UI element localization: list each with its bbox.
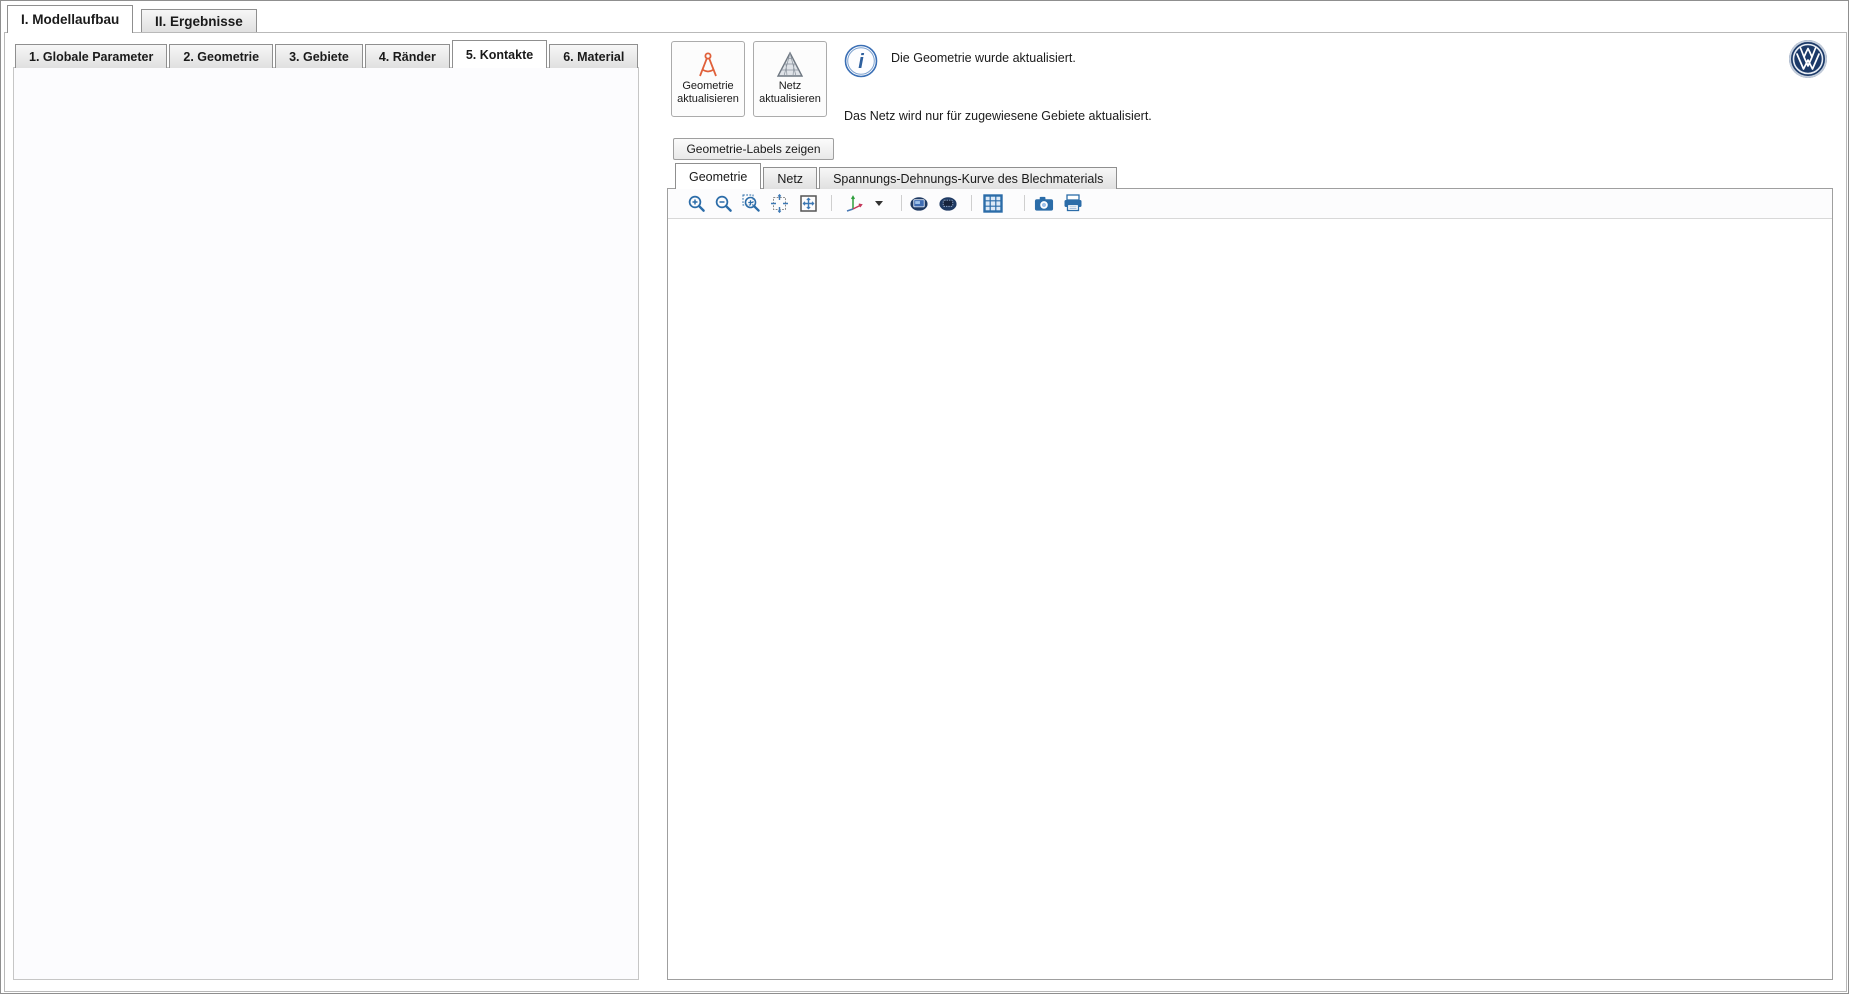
status-message-netz: Das Netz wird nur für zugewiesene Gebiet… [844,109,1152,123]
geometrie-labels-button-label: Geometrie-Labels zeigen [686,142,820,156]
netz-button-line1: Netz [779,80,802,93]
subtab-6[interactable]: 6. Material [549,44,638,68]
subtab-3[interactable]: 3. Gebiete [275,44,363,68]
svg-text:i: i [858,51,864,73]
viewer-tab-geometrie[interactable]: Geometrie [675,163,761,189]
compass-icon [693,50,723,80]
tab-modellaufbau[interactable]: I. Modellaufbau [7,5,133,33]
toolbar-separator [901,195,902,211]
orientation-dropdown[interactable] [869,193,889,213]
subtab-1[interactable]: 1. Globale Parameter [15,44,167,68]
mesh-icon [775,50,805,80]
zoom-out-icon[interactable] [713,193,733,213]
tab-modellaufbau-label: I. Modellaufbau [21,12,119,27]
geometrie-labels-button[interactable]: Geometrie-Labels zeigen [673,138,834,160]
subtab-label: 1. Globale Parameter [29,50,153,64]
zoom-box-icon[interactable] [741,193,761,213]
geometrie-button-line1: Geometrie [682,80,733,93]
vw-logo [1787,38,1829,80]
toolbar-separator [831,195,832,211]
subtab-label: 2. Geometrie [183,50,259,64]
viewer-tab-row: Geometrie Netz Spannungs-Dehnungs-Kurve de… [675,164,1119,189]
snapshot-icon[interactable] [1034,193,1054,213]
toolbar-separator [1024,195,1025,211]
subtab-label: 5. Kontakte [466,48,533,62]
viewer-tab-label: Netz [777,172,803,186]
subtab-5[interactable]: 5. Kontakte [452,40,547,68]
export-image-icon[interactable] [909,193,929,213]
viewer-tab-netz[interactable]: Netz [763,167,817,189]
app-window: I. Modellaufbau II. Ergebnisse 1. Global… [0,0,1849,994]
kontakte-panel [13,67,639,980]
subtab-label: 4. Ränder [379,50,436,64]
print-icon[interactable] [1063,193,1083,213]
tab-ergebnisse[interactable]: II. Ergebnisse [141,9,257,33]
status-message-geometrie: Die Geometrie wurde aktualisiert. [891,51,1076,65]
view-orientation-icon[interactable] [844,193,864,213]
viewer-tab-spannungsdehnungskurve[interactable]: Spannungs-Dehnungs-Kurve des Blechmateri… [819,167,1117,189]
grid-icon[interactable] [983,193,1003,213]
subtab-row: 1. Globale Parameter 2. Geometrie 3. Gebie… [15,40,640,68]
zoom-extents-icon[interactable] [769,193,789,213]
tab-ergebnisse-label: II. Ergebnisse [155,14,243,29]
zoom-in-icon[interactable] [686,193,706,213]
netz-aktualisieren-button[interactable]: Netz aktualisieren [753,41,827,117]
toolbar-separator [971,195,972,211]
subtab-4[interactable]: 4. Ränder [365,44,450,68]
viewer-tab-label: Spannungs-Dehnungs-Kurve des Blechmateri… [833,172,1103,186]
subtab-label: 3. Gebiete [289,50,349,64]
subtab-2[interactable]: 2. Geometrie [169,44,273,68]
zoom-fit-icon[interactable] [798,193,818,213]
viewer-tab-label: Geometrie [689,170,747,184]
export-plot-icon[interactable] [938,193,958,213]
geometrie-button-line2: aktualisieren [677,93,739,106]
info-icon: i [843,43,879,79]
geometrie-aktualisieren-button[interactable]: Geometrie aktualisieren [671,41,745,117]
subtab-label: 6. Material [563,50,624,64]
plot-toolbar [668,189,1832,219]
viewer-content-box [667,188,1833,980]
netz-button-line2: aktualisieren [759,93,821,106]
